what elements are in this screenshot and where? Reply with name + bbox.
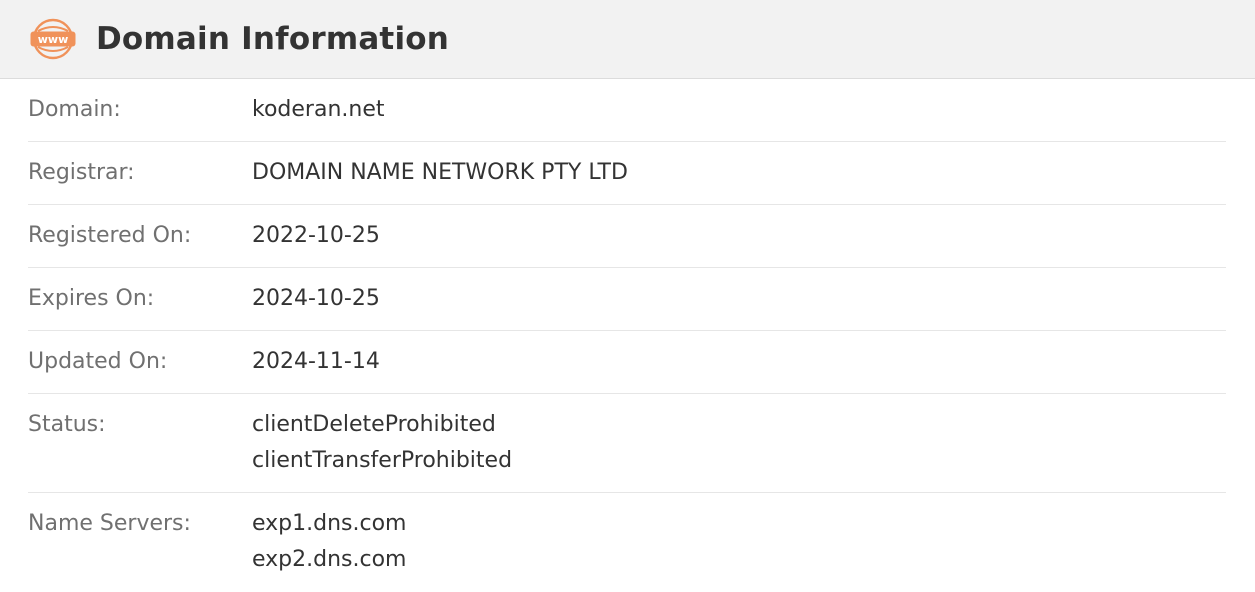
- row-label: Expires On:: [28, 286, 155, 311]
- expires-on-value: 2024-10-25: [252, 286, 380, 311]
- row-label: Updated On:: [28, 349, 168, 374]
- status-value: clientDeleteProhibited: [252, 412, 496, 437]
- table-row-registrar: Registrar: DOMAIN NAME NETWORK PTY LTD: [28, 142, 1226, 205]
- domain-value: koderan.net: [252, 97, 385, 122]
- row-label: Registered On:: [28, 223, 192, 248]
- table-row-registered-on: Registered On: 2022-10-25: [28, 205, 1226, 268]
- table-row-status: Status: clientDeleteProhibited clientTra…: [28, 394, 1226, 493]
- www-icon: www: [29, 18, 77, 60]
- table-row-expires-on: Expires On: 2024-10-25: [28, 268, 1226, 331]
- row-value: 2024-11-14: [252, 331, 380, 393]
- row-label: Registrar:: [28, 160, 135, 185]
- row-value: 2024-10-25: [252, 268, 380, 330]
- table-row-domain: Domain: koderan.net: [28, 79, 1226, 142]
- domain-information-panel: www Domain Information Domain: koderan.n…: [0, 0, 1255, 581]
- row-value: 2022-10-25: [252, 205, 380, 267]
- name-server-value: exp2.dns.com: [252, 547, 407, 572]
- row-value: exp1.dns.com exp2.dns.com: [252, 493, 406, 592]
- domain-info-table: Domain: koderan.net Registrar: DOMAIN NA…: [28, 79, 1226, 592]
- status-value: clientTransferProhibited: [252, 448, 513, 473]
- table-row-name-servers: Name Servers: exp1.dns.com exp2.dns.com: [28, 493, 1226, 592]
- page-title: Domain Information: [96, 21, 450, 57]
- row-label: Domain:: [28, 97, 121, 122]
- panel-header: www Domain Information: [0, 0, 1255, 79]
- registrar-value: DOMAIN NAME NETWORK PTY LTD: [252, 160, 628, 185]
- row-value: koderan.net: [252, 79, 384, 141]
- table-row-updated-on: Updated On: 2024-11-14: [28, 331, 1226, 394]
- www-icon-text: www: [38, 33, 69, 46]
- registered-on-value: 2022-10-25: [252, 223, 380, 248]
- name-server-value: exp1.dns.com: [252, 511, 407, 536]
- updated-on-value: 2024-11-14: [252, 349, 380, 374]
- row-label: Name Servers:: [28, 511, 191, 536]
- row-value: DOMAIN NAME NETWORK PTY LTD: [252, 142, 628, 204]
- row-value: clientDeleteProhibited clientTransferPro…: [252, 394, 512, 492]
- row-label: Status:: [28, 412, 106, 437]
